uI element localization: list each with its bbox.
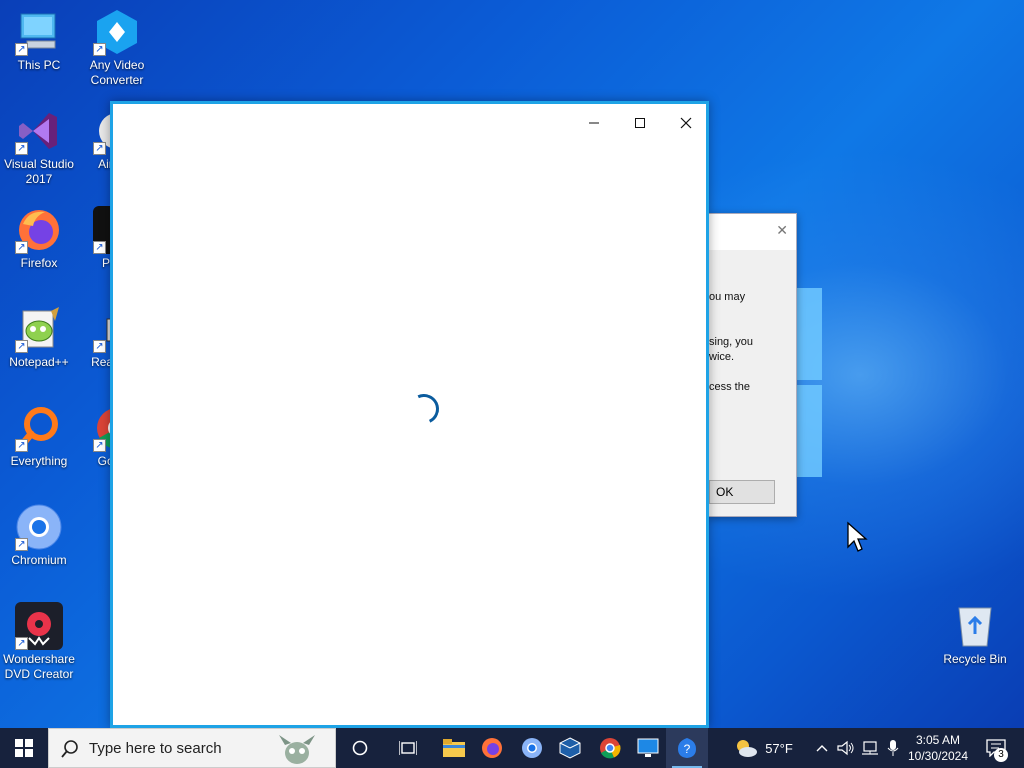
search-icon — [61, 740, 78, 758]
clock-date: 10/30/2024 — [907, 749, 969, 763]
virtualbox-icon — [559, 737, 581, 759]
taskbar-help-active[interactable]: ? — [666, 728, 708, 768]
search-placeholder: Type here to search — [89, 740, 222, 757]
close-button[interactable] — [663, 108, 709, 138]
notepad-plus-plus-icon: ↗ — [15, 305, 63, 353]
dialog-text-line: wice. — [709, 351, 735, 363]
recycle-bin-icon — [951, 602, 999, 650]
desktop-icon-label: Any Video Converter — [89, 58, 145, 87]
firefox-icon: ↗ — [15, 206, 63, 254]
chromium-icon — [522, 738, 542, 758]
cortana-icon — [352, 740, 368, 756]
chrome-icon — [600, 738, 621, 759]
desktop-icon-everything[interactable]: ↗ Everything — [0, 404, 79, 469]
speaker-icon — [837, 740, 854, 756]
microphone-button[interactable] — [882, 728, 904, 768]
weather-temperature: 57°F — [765, 740, 793, 756]
dialog-ok-button[interactable]: OK — [709, 480, 775, 504]
desktop-icon-wondershare-dvd-creator[interactable]: ↗ Wondershare DVD Creator — [0, 602, 79, 682]
desktop-icon-recycle-bin[interactable]: Recycle Bin — [935, 602, 1015, 667]
network-button[interactable] — [858, 728, 882, 768]
clock-time: 3:05 AM — [915, 733, 961, 747]
loading-spinner — [404, 389, 444, 429]
dialog-text-line: sing, you — [709, 336, 754, 348]
windows-start-icon — [15, 739, 33, 757]
weather-partly-cloudy-icon — [737, 740, 758, 757]
weather-widget[interactable]: 57°F — [728, 728, 798, 768]
background-dialog[interactable]: ✕ ou may sing, you wice. cess the OK — [708, 213, 797, 517]
loading-window[interactable] — [110, 101, 709, 728]
firefox-icon — [482, 738, 502, 758]
desktop-icon-firefox[interactable]: ↗ Firefox — [0, 206, 79, 271]
desktop-icon-label: Visual Studio 2017 — [4, 157, 74, 186]
dialog-text-line: cess the — [709, 381, 750, 393]
close-icon: ✕ — [776, 222, 788, 238]
desktop-icon-this-pc[interactable]: ↗ This PC — [0, 8, 79, 73]
show-hidden-icons-button[interactable] — [812, 728, 832, 768]
dialog-body: ou may sing, you wice. cess the — [709, 250, 796, 516]
minimize-button[interactable] — [571, 108, 617, 138]
taskbar-firefox[interactable] — [470, 728, 514, 768]
visual-studio-icon: ↗ — [15, 107, 63, 155]
microphone-icon — [887, 740, 899, 756]
everything-search-icon: ↗ — [15, 404, 63, 452]
taskbar-remote-desktop[interactable] — [626, 728, 670, 768]
help-icon: ? — [678, 738, 696, 758]
desktop-icon-chromium[interactable]: ↗ Chromium — [0, 503, 79, 568]
remote-desktop-icon — [637, 738, 659, 757]
desktop-icon-label: Notepad++ — [9, 355, 69, 369]
chevron-up-icon — [816, 745, 828, 752]
wondershare-dvd-icon: ↗ — [15, 602, 63, 650]
maximize-icon — [635, 118, 645, 128]
start-button[interactable] — [0, 728, 48, 768]
maximize-button[interactable] — [617, 108, 663, 138]
task-view-icon — [399, 741, 417, 755]
volume-button[interactable] — [834, 728, 858, 768]
clock[interactable]: 3:05 AM 10/30/2024 — [904, 728, 972, 768]
mouse-cursor-icon — [847, 521, 868, 552]
computer-icon: ↗ — [15, 8, 63, 56]
file-explorer-icon — [443, 739, 465, 757]
dialog-close-button[interactable]: ✕ — [776, 222, 788, 239]
cortana-button[interactable] — [338, 728, 382, 768]
desktop-icon-label: Firefox — [20, 256, 58, 270]
taskbar-search-box[interactable]: Type here to search — [48, 728, 336, 768]
action-center-button[interactable]: 3 — [978, 728, 1014, 768]
desktop-icon-label: Everything — [10, 454, 68, 468]
taskbar-virtualbox[interactable] — [548, 728, 592, 768]
any-video-converter-icon: ↗ — [93, 8, 141, 56]
dialog-text-line: ou may — [709, 291, 746, 303]
desktop-icon-notepad-plus-plus[interactable]: ↗ Notepad++ — [0, 305, 79, 370]
close-icon — [680, 117, 692, 129]
search-highlight-creature-icon — [279, 735, 315, 764]
chromium-icon: ↗ — [15, 503, 63, 551]
network-icon — [862, 741, 878, 755]
svg-text:?: ? — [684, 742, 691, 756]
desktop-icon-any-video-converter[interactable]: ↗ Any Video Converter — [77, 8, 157, 88]
desktop-icon-label: Recycle Bin — [943, 652, 1007, 666]
minimize-icon — [589, 122, 599, 124]
desktop-icon-visual-studio[interactable]: ↗ Visual Studio 2017 — [0, 107, 79, 187]
task-view-button[interactable] — [386, 728, 430, 768]
taskbar: Type here to search ? 57°F 3:05 AM 10/30… — [0, 728, 1024, 768]
desktop-icon-label: Wondershare DVD Creator — [3, 652, 75, 681]
notification-count-badge: 3 — [994, 748, 1008, 762]
desktop-icon-label: Chromium — [11, 553, 67, 567]
desktop-icon-label: This PC — [17, 58, 61, 72]
